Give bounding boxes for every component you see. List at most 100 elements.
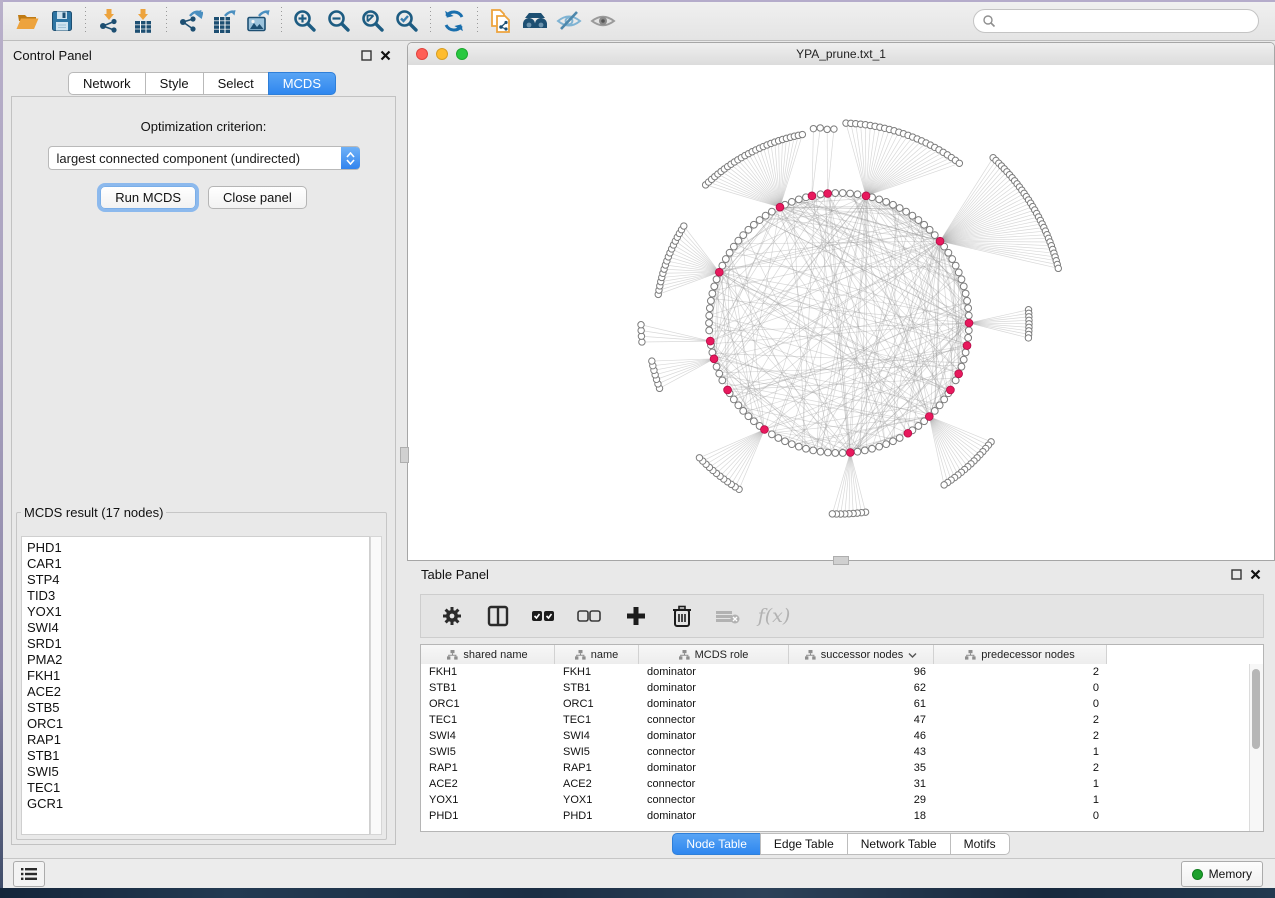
column-header-predecessor-nodes[interactable]: predecessor nodes xyxy=(934,645,1107,664)
column-header-MCDS-role[interactable]: MCDS role xyxy=(639,645,789,664)
zoom-in-icon[interactable] xyxy=(290,6,320,36)
save-session-icon[interactable] xyxy=(47,6,77,36)
cell-name: PHD1 xyxy=(555,808,639,824)
list-item[interactable]: CAR1 xyxy=(27,556,369,572)
column-header-name[interactable]: name xyxy=(555,645,639,664)
network-canvas[interactable] xyxy=(408,65,1274,561)
list-item[interactable]: TEC1 xyxy=(27,780,369,796)
cell-name: YOX1 xyxy=(555,792,639,808)
column-type-icon xyxy=(447,650,458,660)
cell-shared_name: YOX1 xyxy=(421,792,555,808)
table-header-row: shared namenameMCDS rolesuccessor nodesp… xyxy=(421,645,1263,665)
vertical-splitter-handle[interactable] xyxy=(400,447,409,463)
column-header-successor-nodes[interactable]: successor nodes xyxy=(789,645,934,664)
table-row[interactable]: PHD1PHD1dominator180 xyxy=(421,808,1250,824)
list-item[interactable]: GCR1 xyxy=(27,796,369,812)
criterion-select[interactable]: largest connected component (undirected) xyxy=(48,146,360,170)
export-table-icon[interactable] xyxy=(209,6,239,36)
run-mcds-button[interactable]: Run MCDS xyxy=(100,186,196,209)
table-vertical-scrollbar[interactable] xyxy=(1249,664,1263,831)
criterion-selected-value: largest connected component (undirected) xyxy=(49,151,341,166)
float-panel-icon[interactable] xyxy=(361,50,372,61)
cell-successor_nodes: 61 xyxy=(789,696,934,712)
table-row[interactable]: SWI4SWI4dominator462 xyxy=(421,728,1250,744)
table-row[interactable]: ORC1ORC1dominator610 xyxy=(421,696,1250,712)
cell-filler xyxy=(1107,792,1250,808)
search-text-field[interactable] xyxy=(996,13,1250,29)
close-panel-button[interactable]: Close panel xyxy=(208,186,307,209)
cell-predecessor_nodes: 2 xyxy=(934,760,1107,776)
list-item[interactable]: STB5 xyxy=(27,700,369,716)
float-panel-icon[interactable] xyxy=(1231,569,1242,580)
open-file-icon[interactable] xyxy=(13,6,43,36)
cell-shared_name: ORC1 xyxy=(421,696,555,712)
export-network-icon[interactable] xyxy=(175,6,205,36)
table-row[interactable]: RAP1RAP1dominator352 xyxy=(421,760,1250,776)
list-item[interactable]: TID3 xyxy=(27,588,369,604)
first-neighbors-icon[interactable] xyxy=(520,6,550,36)
add-row-icon[interactable] xyxy=(623,603,649,629)
tab-mcds[interactable]: MCDS xyxy=(268,72,336,95)
tab-edge-table[interactable]: Edge Table xyxy=(760,833,847,855)
settings-gear-icon[interactable] xyxy=(439,603,465,629)
list-item[interactable]: PMA2 xyxy=(27,652,369,668)
duplicate-network-icon[interactable] xyxy=(486,6,516,36)
network-window-titlebar[interactable]: YPA_prune.txt_1 xyxy=(408,43,1274,66)
list-item[interactable]: ORC1 xyxy=(27,716,369,732)
table-row[interactable]: FKH1FKH1dominator962 xyxy=(421,664,1250,680)
column-header-shared-name[interactable]: shared name xyxy=(421,645,555,664)
table-tabs: Node TableEdge TableNetwork TableMotifs xyxy=(407,833,1275,855)
cell-shared_name: SWI4 xyxy=(421,728,555,744)
scrollbar-thumb[interactable] xyxy=(1252,669,1260,749)
show-panels-menu-button[interactable] xyxy=(13,861,45,887)
memory-button[interactable]: Memory xyxy=(1181,861,1263,887)
show-all-icon[interactable] xyxy=(588,6,618,36)
tab-node-table[interactable]: Node Table xyxy=(672,833,760,855)
tab-network-table[interactable]: Network Table xyxy=(847,833,950,855)
table-row[interactable]: STB1STB1dominator620 xyxy=(421,680,1250,696)
table-row[interactable]: YOX1YOX1connector291 xyxy=(421,792,1250,808)
tab-motifs[interactable]: Motifs xyxy=(950,833,1010,855)
import-table-icon[interactable] xyxy=(128,6,158,36)
table-panel: Table Panel f(x) shared namenameMCDS xyxy=(407,561,1275,858)
search-input[interactable] xyxy=(973,9,1259,33)
list-item[interactable]: RAP1 xyxy=(27,732,369,748)
table-row[interactable]: ACE2ACE2connector311 xyxy=(421,776,1250,792)
close-panel-icon[interactable] xyxy=(1250,569,1261,580)
list-item[interactable]: STB1 xyxy=(27,748,369,764)
zoom-out-icon[interactable] xyxy=(324,6,354,36)
list-item[interactable]: ACE2 xyxy=(27,684,369,700)
table-row[interactable]: SWI5SWI5connector431 xyxy=(421,744,1250,760)
desktop-wallpaper-left xyxy=(0,0,3,898)
list-item[interactable]: STP4 xyxy=(27,572,369,588)
mcds-result-scrollbar[interactable] xyxy=(370,536,382,835)
list-item[interactable]: SRD1 xyxy=(27,636,369,652)
cell-shared_name: RAP1 xyxy=(421,760,555,776)
control-panel: Control Panel NetworkStyleSelectMCDS Opt… xyxy=(3,42,401,858)
horizontal-splitter-handle[interactable] xyxy=(833,556,849,565)
select-all-icon[interactable] xyxy=(531,603,557,629)
list-item[interactable]: YOX1 xyxy=(27,604,369,620)
function-builder-icon: f(x) xyxy=(761,603,787,629)
zoom-selected-icon[interactable] xyxy=(392,6,422,36)
hide-selected-icon[interactable] xyxy=(554,6,584,36)
tab-style[interactable]: Style xyxy=(145,72,203,95)
list-item[interactable]: SWI4 xyxy=(27,620,369,636)
tab-network[interactable]: Network xyxy=(68,72,145,95)
mcds-result-group: MCDS result (17 nodes) PHD1CAR1STP4TID3Y… xyxy=(16,505,387,840)
zoom-fit-icon[interactable] xyxy=(358,6,388,36)
cell-shared_name: PHD1 xyxy=(421,808,555,824)
export-image-icon[interactable] xyxy=(243,6,273,36)
refresh-network-icon[interactable] xyxy=(439,6,469,36)
delete-rows-icon[interactable] xyxy=(669,603,695,629)
list-item[interactable]: PHD1 xyxy=(27,540,369,556)
unselect-all-icon[interactable] xyxy=(577,603,603,629)
list-item[interactable]: FKH1 xyxy=(27,668,369,684)
show-columns-icon[interactable] xyxy=(485,603,511,629)
table-row[interactable]: TEC1TEC1connector472 xyxy=(421,712,1250,728)
tab-select[interactable]: Select xyxy=(203,72,268,95)
cell-successor_nodes: 43 xyxy=(789,744,934,760)
close-panel-icon[interactable] xyxy=(380,50,391,61)
list-item[interactable]: SWI5 xyxy=(27,764,369,780)
import-network-icon[interactable] xyxy=(94,6,124,36)
